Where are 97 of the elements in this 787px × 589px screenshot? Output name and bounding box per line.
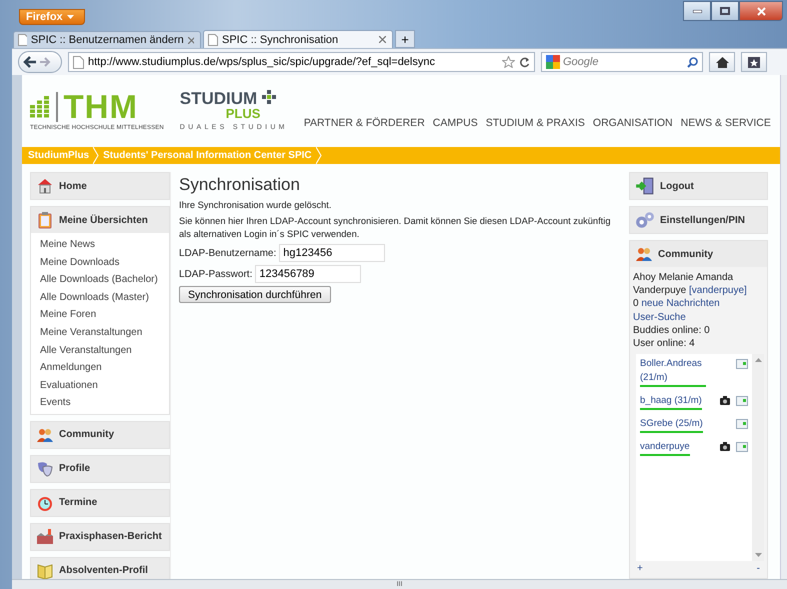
masks-icon <box>36 460 54 478</box>
user-link[interactable]: SGrebe (25/m) <box>640 417 703 434</box>
menu-item[interactable]: Alle Downloads (Bachelor) <box>40 273 169 286</box>
profile-card-icon[interactable] <box>736 359 748 370</box>
menu-heading[interactable]: Absolventen-Profil <box>31 558 169 579</box>
menu-item[interactable]: Anmeldungen <box>40 361 169 374</box>
menu-item[interactable]: Meine Foren <box>40 308 169 322</box>
forward-arrow-icon <box>39 57 51 67</box>
search-field[interactable]: Google <box>541 52 703 72</box>
scrollbar[interactable] <box>752 354 764 561</box>
user-link[interactable]: Boller.Andreas (21/m) <box>640 357 706 388</box>
close-icon[interactable] <box>379 36 386 43</box>
page-icon <box>73 56 84 68</box>
cross-squares-icon <box>262 90 276 104</box>
close-button[interactable] <box>739 1 783 21</box>
house-icon <box>36 177 54 195</box>
nav-link[interactable]: NEWS & SERVICE <box>680 117 771 129</box>
nav-link[interactable]: CAMPUS <box>432 117 478 129</box>
bookmarks-button[interactable] <box>741 52 767 72</box>
close-icon[interactable] <box>188 36 194 44</box>
field-label: LDAP-Benutzername: <box>179 248 276 258</box>
menu-item[interactable]: Events <box>40 396 169 410</box>
google-logo-icon <box>546 55 560 69</box>
field-label: LDAP-Passwort: <box>179 268 252 280</box>
scroll-up-icon[interactable] <box>754 358 762 362</box>
page-title: Synchronisation <box>179 175 301 195</box>
nav-link[interactable]: ORGANISATION <box>592 117 673 129</box>
minimize-icon <box>692 10 702 12</box>
buddies-text: Buddies online: 0 <box>633 324 711 338</box>
search-icon[interactable] <box>687 56 698 68</box>
menu-item[interactable]: Evaluationen <box>40 378 169 392</box>
book-icon <box>36 562 54 579</box>
address-bar[interactable]: http://www.studiumplus.de/wps/splus_sic/spic/upgrade/?ef_sql=delsync <box>68 52 535 72</box>
nav-link[interactable]: PARTNER & FÖRDERER <box>304 117 425 129</box>
menu-heading[interactable]: Praxisphasen-Bericht <box>31 524 169 550</box>
menu-item[interactable]: Meine Veranstaltungen <box>40 326 169 340</box>
profile-card-icon[interactable] <box>736 442 748 452</box>
camera-icon <box>720 442 730 452</box>
people-icon <box>635 245 653 263</box>
user-link[interactable]: vanderpuye <box>640 440 690 456</box>
scroll-down-icon[interactable] <box>754 553 762 557</box>
browser-tab[interactable]: SPIC :: Benutzernamen ändern <box>13 31 201 48</box>
username-link[interactable]: [vanderpuye] <box>688 285 747 296</box>
remove-button[interactable]: - <box>756 563 760 574</box>
message-text: Ihre Synchronisation wurde gelöscht. <box>179 199 332 212</box>
page-icon <box>18 34 27 46</box>
factory-icon <box>36 528 54 546</box>
menu-item[interactable]: Alle Downloads (Master) <box>40 290 169 304</box>
menu-heading[interactable]: Meine Übersichten <box>31 207 169 233</box>
messages-link[interactable]: neue Nachrichten <box>641 298 720 310</box>
page-icon <box>208 34 218 46</box>
close-icon <box>756 6 766 16</box>
back-arrow-icon <box>23 56 37 68</box>
user-link[interactable]: b_haag (31/m) <box>640 394 702 410</box>
gears-icon <box>635 210 655 230</box>
panel-heading[interactable]: Community <box>630 241 767 267</box>
user-search-link[interactable]: User-Suche <box>633 310 686 324</box>
back-forward-button[interactable] <box>18 51 62 73</box>
new-tab-button[interactable]: + <box>395 30 415 48</box>
logout-door-icon <box>635 176 655 196</box>
users-online-text: User online: 4 <box>633 337 696 350</box>
menu-heading[interactable]: Profile <box>31 456 169 482</box>
tab-title: SPIC :: Synchronisation <box>222 34 340 46</box>
chevron-icon <box>316 147 322 164</box>
menu-heading[interactable]: Einstellungen/PIN <box>630 207 767 233</box>
minimize-button[interactable] <box>683 1 711 21</box>
add-button[interactable]: + <box>637 563 643 574</box>
menu-item[interactable]: Meine Downloads <box>40 256 169 269</box>
nav-link[interactable]: STUDIUM & PRAXIS <box>486 117 585 129</box>
chevron-icon <box>93 147 100 164</box>
menu-heading[interactable]: Home <box>31 173 169 199</box>
tab-title: SPIC :: Benutzernamen ändern <box>30 34 184 46</box>
profile-card-icon[interactable] <box>736 419 748 430</box>
browser-tab[interactable]: SPIC :: Synchronisation <box>203 30 393 48</box>
menu-item[interactable]: Meine News <box>40 238 169 252</box>
camera-icon <box>720 396 730 406</box>
profile-card-icon[interactable] <box>736 396 748 406</box>
menu-heading[interactable]: Community <box>31 422 169 448</box>
bookmark-star-icon <box>748 56 760 68</box>
vertical-scrollbar[interactable] <box>780 75 787 579</box>
message-count-text: 0 neue Nachrichten <box>633 297 721 311</box>
caret-icon <box>66 15 74 19</box>
clipboard-icon <box>36 211 54 229</box>
star-icon[interactable] <box>502 56 515 68</box>
input-field[interactable]: hg123456 <box>279 244 386 262</box>
dot-grid-icon <box>30 96 50 118</box>
sync-button[interactable]: Synchronisation durchführen <box>179 286 331 303</box>
reload-icon[interactable] <box>519 56 530 68</box>
menu-heading[interactable]: Logout <box>630 173 767 199</box>
input-field[interactable]: 123456789 <box>255 265 362 283</box>
message-text: Sie können hier Ihren LDAP-Account synchronisieren. Damit können Sie diesen LDAP-Account zukünftig als alternativen Login in´s SPIC verwenden. <box>179 215 612 241</box>
home-icon <box>716 56 728 68</box>
maximize-icon <box>720 7 730 15</box>
maximize-button[interactable] <box>711 1 739 21</box>
menu-item[interactable]: Alle Veranstaltungen <box>40 344 169 357</box>
menu-heading[interactable]: Termine <box>31 490 169 516</box>
home-button[interactable] <box>709 52 735 72</box>
